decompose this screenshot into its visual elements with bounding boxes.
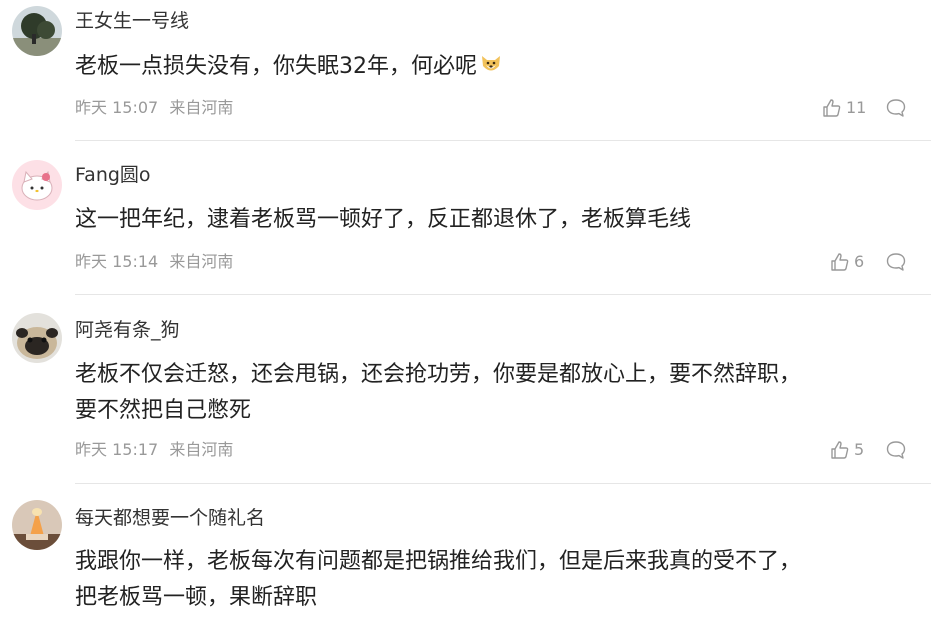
comment-time: 15:17 [112,440,159,459]
reply-button[interactable] [885,251,907,277]
avatar[interactable] [12,160,62,210]
comment-date: 昨天 [75,440,108,459]
comment-location: 来自河南 [169,252,234,271]
thumbs-up-icon [823,99,841,117]
like-count: 5 [854,440,865,459]
comment-date: 昨天 [75,252,108,271]
comment-text: 这一把年纪，逮着老板骂一顿好了，反正都退休了，老板算毛线 [75,202,925,238]
dessert-avatar-icon [12,500,62,550]
pug-avatar-icon [12,313,62,363]
comment-date: 昨天 [75,98,108,117]
comment-text: 老板一点损失没有，你失眠32年，何必呢 [75,49,925,88]
divider [75,294,931,295]
like-button[interactable]: 11 [822,98,866,118]
landscape-avatar-icon [12,6,62,56]
comment-bubble-icon [886,441,906,459]
like-count: 11 [846,98,867,117]
avatar[interactable] [12,500,62,550]
comment-location: 来自河南 [169,440,234,459]
comment-location: 来自河南 [169,98,234,117]
username[interactable]: Fang圆o [75,163,151,187]
comment-line: 老板一点损失没有，你失眠32年，何必呢 [75,49,925,88]
like-count: 6 [854,252,865,271]
comment-time: 15:14 [112,252,159,271]
like-button[interactable]: 6 [830,252,864,272]
dog-face-emoji-icon [479,52,503,88]
avatar[interactable] [12,313,62,363]
username[interactable]: 每天都想要一个随礼名 [75,506,265,530]
comment-meta: 昨天 15:14 来自河南 [75,252,233,272]
comment-meta: 昨天 15:07 来自河南 [75,98,233,118]
comment-line: 老板不仅会迁怒，还会甩锅，还会抢功劳，你要是都放心上，要不然辞职， [75,362,802,387]
comment-line: 要不然把自己憋死 [75,398,252,423]
comment-text: 我跟你一样，老板每次有问题都是把锅推给我们，但是后来我真的受不了， 把老板骂一顿… [75,544,925,616]
comment-time: 15:07 [112,98,159,117]
comment-bubble-icon [886,99,906,117]
thumbs-up-icon [831,441,849,459]
divider [75,140,931,141]
comment-line: 这一把年纪，逮着老板骂一顿好了，反正都退休了，老板算毛线 [75,207,692,232]
username[interactable]: 阿尧有条_狗 [75,318,180,342]
divider [75,483,931,484]
reply-button[interactable] [885,97,907,123]
comment-line: 把老板骂一顿，果断辞职 [75,585,318,610]
hello-kitty-avatar-icon [12,160,62,210]
username[interactable]: 王女生一号线 [75,9,189,33]
comment-line: 我跟你一样，老板每次有问题都是把锅推给我们，但是后来我真的受不了， [75,549,802,574]
comment-meta: 昨天 15:17 来自河南 [75,440,233,460]
thumbs-up-icon [831,253,849,271]
comment-text: 老板不仅会迁怒，还会甩锅，还会抢功劳，你要是都放心上，要不然辞职， 要不然把自己… [75,357,925,429]
reply-button[interactable] [885,439,907,465]
like-button[interactable]: 5 [830,440,864,460]
avatar[interactable] [12,6,62,56]
comment-bubble-icon [886,253,906,271]
